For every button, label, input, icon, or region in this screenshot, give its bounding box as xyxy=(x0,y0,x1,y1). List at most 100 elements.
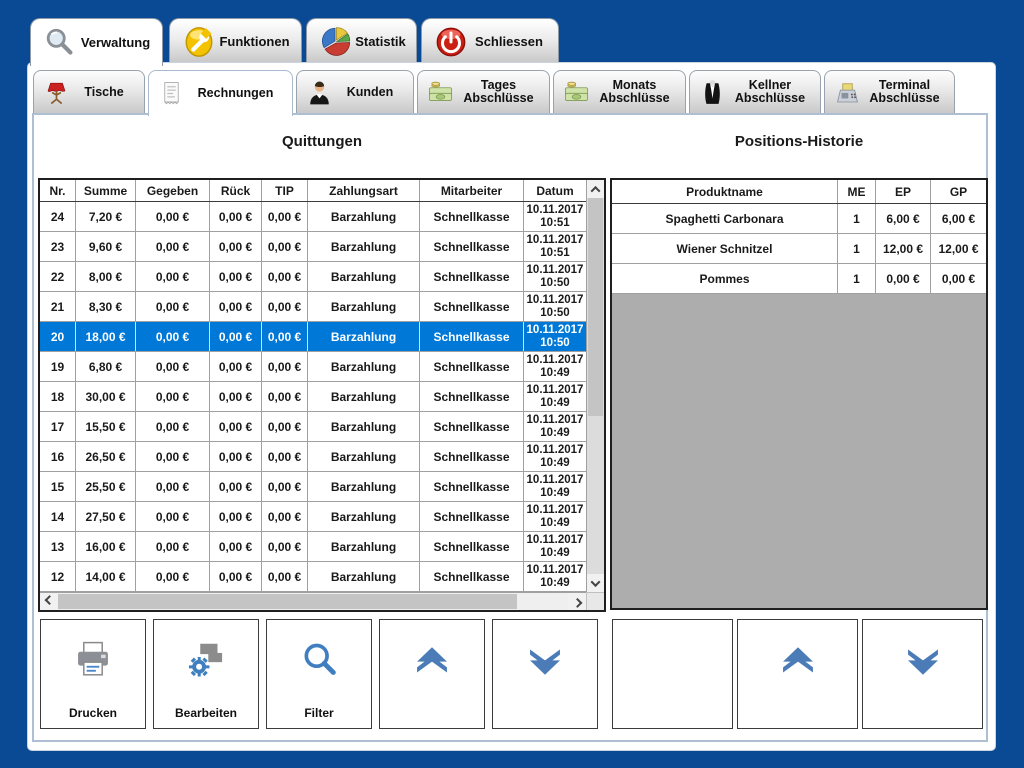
table-cell: Barzahlung xyxy=(308,382,420,411)
table-cell: 16 xyxy=(40,442,76,471)
table-cell: 10.11.2017 10:49 xyxy=(524,562,586,591)
sub-tab-label: Tische xyxy=(70,86,144,99)
sub-tab-tische[interactable]: Tische xyxy=(33,70,145,113)
table-cell: Schnellkasse xyxy=(420,532,524,561)
table-cell: Barzahlung xyxy=(308,322,420,351)
sub-tab-kunden[interactable]: Kunden xyxy=(296,70,414,113)
chevron-down-icon xyxy=(591,577,601,587)
table-cell: ME xyxy=(838,180,876,203)
main-tab-statistik[interactable]: Statistik xyxy=(306,18,417,64)
sub-tab-kellner-abschluesse[interactable]: Kellner Abschlüsse xyxy=(689,70,821,113)
receipt-row[interactable]: 1316,00 €0,00 €0,00 €0,00 €BarzahlungSch… xyxy=(40,532,586,562)
scroll-thumb[interactable] xyxy=(58,594,517,609)
receipt-row[interactable]: 1525,50 €0,00 €0,00 €0,00 €BarzahlungSch… xyxy=(40,472,586,502)
table-cell: 20 xyxy=(40,322,76,351)
scroll-right-button[interactable] xyxy=(568,593,586,610)
receipt-row[interactable]: 239,60 €0,00 €0,00 €0,00 €BarzahlungSchn… xyxy=(40,232,586,262)
chevron-double-up-icon xyxy=(775,638,821,684)
receipt-row[interactable]: 1830,00 €0,00 €0,00 €0,00 €BarzahlungSch… xyxy=(40,382,586,412)
table-cell: 0,00 € xyxy=(136,412,210,441)
receipt-row[interactable]: 247,20 €0,00 €0,00 €0,00 €BarzahlungSchn… xyxy=(40,202,586,232)
table-cell: Wiener Schnitzel xyxy=(612,234,838,263)
receipt-row[interactable]: 196,80 €0,00 €0,00 €0,00 €BarzahlungSchn… xyxy=(40,352,586,382)
table-cell: Barzahlung xyxy=(308,232,420,261)
scroll-thumb[interactable] xyxy=(588,198,603,416)
scroll-left-button[interactable] xyxy=(40,593,58,610)
chevron-double-down-icon xyxy=(900,638,946,684)
receipt-row[interactable]: 1427,50 €0,00 €0,00 €0,00 €BarzahlungSch… xyxy=(40,502,586,532)
receipts-title: Quittungen xyxy=(40,133,604,150)
table-cell: 0,00 € xyxy=(210,292,262,321)
table-cell: Spaghetti Carbonara xyxy=(612,204,838,233)
table-cell: 0,00 € xyxy=(136,232,210,261)
table-cell: 0,00 € xyxy=(262,202,308,231)
terminal-icon xyxy=(834,79,861,106)
receipt-row[interactable]: 228,00 €0,00 €0,00 €0,00 €BarzahlungSchn… xyxy=(40,262,586,292)
table-cell: 10.11.2017 10:49 xyxy=(524,442,586,471)
scroll-down-button[interactable] xyxy=(587,574,604,592)
table-cell: 0,00 € xyxy=(136,202,210,231)
sub-tab-terminal-abschluesse[interactable]: Terminal Abschlüsse xyxy=(824,70,955,113)
empty-action-button[interactable] xyxy=(612,619,733,729)
receipt-row[interactable]: 2018,00 €0,00 €0,00 €0,00 €BarzahlungSch… xyxy=(40,322,586,352)
bearbeiten-button[interactable]: Bearbeiten xyxy=(153,619,259,729)
table-cell: Barzahlung xyxy=(308,352,420,381)
table-cell: 0,00 € xyxy=(136,472,210,501)
sub-tab-monats-abschluesse[interactable]: Monats Abschlüsse xyxy=(553,70,686,113)
table-cell: Produktname xyxy=(612,180,838,203)
receipt-row[interactable]: 1214,00 €0,00 €0,00 €0,00 €BarzahlungSch… xyxy=(40,562,586,592)
table-cell: TIP xyxy=(262,180,308,201)
position-row[interactable]: Wiener Schnitzel112,00 €12,00 € xyxy=(612,234,986,264)
position-row[interactable]: Spaghetti Carbonara16,00 €6,00 € xyxy=(612,204,986,234)
table-cell: 0,00 € xyxy=(262,502,308,531)
receipt-row[interactable]: 1626,50 €0,00 €0,00 €0,00 €BarzahlungSch… xyxy=(40,442,586,472)
table-cell: Datum xyxy=(524,180,586,201)
table-cell: 6,00 € xyxy=(876,204,931,233)
sub-tab-label: Terminal Abschlüsse xyxy=(861,79,954,105)
sub-tab-tages-abschluesse[interactable]: Tages Abschlüsse xyxy=(417,70,550,113)
table-cell: 0,00 € xyxy=(262,412,308,441)
table-cell: 10.11.2017 10:50 xyxy=(524,322,586,351)
table-cell: Schnellkasse xyxy=(420,382,524,411)
table-cell: Schnellkasse xyxy=(420,562,524,591)
receipts-vertical-scrollbar[interactable] xyxy=(586,180,604,592)
table-cell: 0,00 € xyxy=(876,264,931,293)
table-cell: Schnellkasse xyxy=(420,412,524,441)
action-label: Bearbeiten xyxy=(154,706,258,720)
filter-button[interactable]: Filter xyxy=(266,619,372,729)
main-tab-funktionen[interactable]: Funktionen xyxy=(169,18,302,64)
table-cell: Schnellkasse xyxy=(420,292,524,321)
table-cell: 24 xyxy=(40,202,76,231)
table-cell: 10.11.2017 10:49 xyxy=(524,412,586,441)
table-cell: 0,00 € xyxy=(262,352,308,381)
table-cell: Zahlungsart xyxy=(308,180,420,201)
scroll-track[interactable] xyxy=(587,198,604,574)
scroll-up-button[interactable] xyxy=(587,180,604,198)
drucken-button[interactable]: Drucken xyxy=(40,619,146,729)
table-cell: 25,50 € xyxy=(76,472,136,501)
main-tab-schliessen[interactable]: Schliessen xyxy=(421,18,559,64)
receipt-row[interactable]: 218,30 €0,00 €0,00 €0,00 €BarzahlungSchn… xyxy=(40,292,586,322)
table-cell: 0,00 € xyxy=(136,262,210,291)
scroll-table-down-button[interactable] xyxy=(492,619,598,729)
receipt-row[interactable]: 1715,50 €0,00 €0,00 €0,00 €BarzahlungSch… xyxy=(40,412,586,442)
table-cell: 0,00 € xyxy=(136,442,210,471)
table-cell: 10.11.2017 10:49 xyxy=(524,352,586,381)
pie-chart-icon xyxy=(319,25,353,59)
scroll-track[interactable] xyxy=(58,593,568,610)
table-cell: Gegeben xyxy=(136,180,210,201)
table-cell: Rück xyxy=(210,180,262,201)
sub-tab-rechnungen[interactable]: Rechnungen xyxy=(148,70,293,116)
table-cell: 0,00 € xyxy=(210,352,262,381)
scroll-table-up-button[interactable] xyxy=(379,619,485,729)
table-cell: Schnellkasse xyxy=(420,502,524,531)
position-row[interactable]: Pommes10,00 €0,00 € xyxy=(612,264,986,294)
table-cell: 8,00 € xyxy=(76,262,136,291)
receipts-horizontal-scrollbar[interactable] xyxy=(40,592,586,610)
table-cell: 6,80 € xyxy=(76,352,136,381)
table-cell: Barzahlung xyxy=(308,502,420,531)
table-cell: 0,00 € xyxy=(262,322,308,351)
scroll-positions-up-button[interactable] xyxy=(737,619,858,729)
scroll-positions-down-button[interactable] xyxy=(862,619,983,729)
main-tab-verwaltung[interactable]: Verwaltung xyxy=(30,18,163,66)
